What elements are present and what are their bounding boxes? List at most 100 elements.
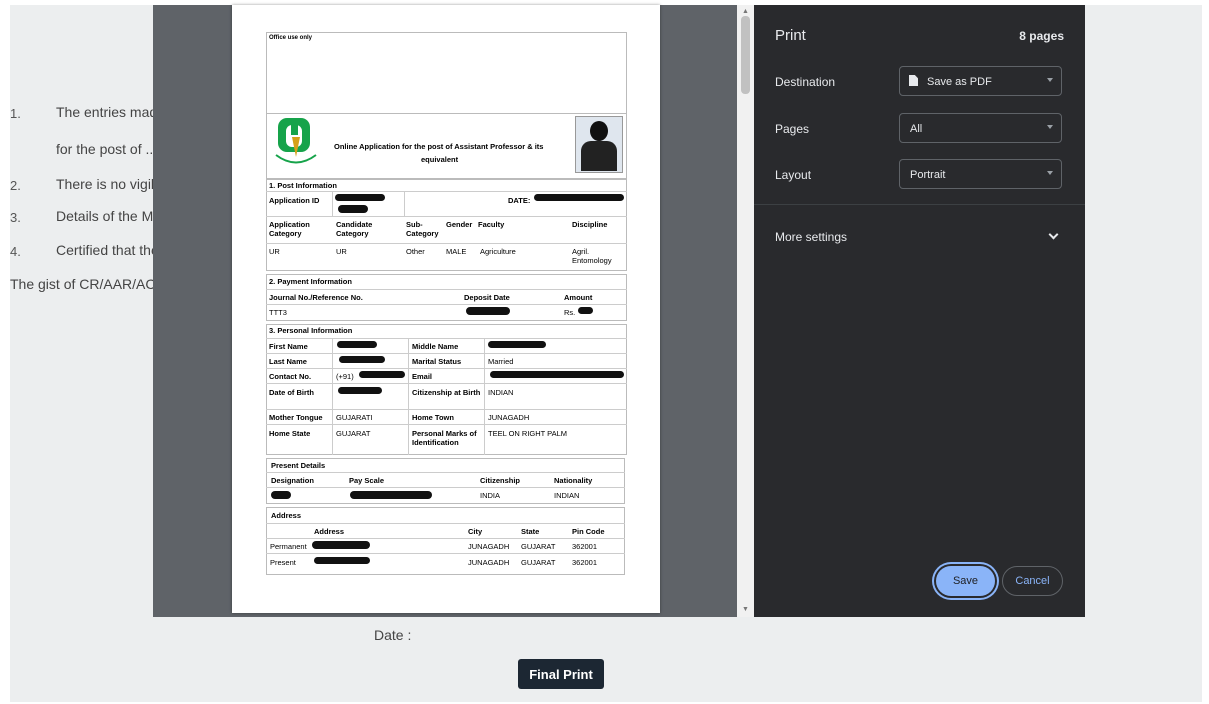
address-header-cell: Address [314, 527, 345, 536]
scroll-down-icon[interactable]: ▼ [737, 603, 754, 617]
redaction [350, 491, 432, 499]
address-state: GUJARAT [521, 558, 556, 567]
address-type: Permanent [270, 542, 307, 551]
personal-marks-label: Personal Marks of Identification [412, 429, 477, 447]
pages-select[interactable]: All [899, 113, 1062, 143]
payment-information-title: 2. Payment Information [269, 277, 352, 286]
chevron-down-icon[interactable] [1048, 229, 1059, 240]
application-heading-line2: equivalent [421, 155, 459, 164]
redaction [578, 307, 593, 314]
cancel-button[interactable]: Cancel [1002, 566, 1063, 596]
present-header-cell: Designation [271, 476, 314, 485]
home-state-value: GUJARAT [336, 429, 371, 438]
dob-label: Date of Birth [269, 388, 314, 397]
address-header-cell: Pin Code [572, 527, 605, 536]
present-nationality-value: INDIAN [554, 491, 580, 500]
redaction [312, 541, 370, 549]
home-state-label: Home State [269, 429, 311, 438]
address-city: JUNAGADH [468, 558, 510, 567]
citizenship-birth-value: INDIAN [488, 388, 514, 397]
print-settings-panel: Print 8 pages Destination Save as PDF Pa… [754, 5, 1085, 617]
print-title: Print [775, 27, 806, 44]
marital-status-label: Marital Status [412, 357, 462, 366]
first-name-label: First Name [269, 342, 308, 351]
address-type: Present [270, 558, 296, 567]
redaction [335, 194, 385, 201]
address-header-cell: City [468, 527, 483, 536]
post-value-cell: Agriculture [480, 247, 516, 256]
post-header-cell: Application Category [269, 220, 310, 238]
list-item: The entries mad [56, 104, 158, 120]
personal-marks-value: TEEL ON RIGHT PALM [488, 429, 568, 438]
redaction [339, 356, 385, 363]
mother-tongue-label: Mother Tongue [269, 413, 323, 422]
post-value-cell: MALE [446, 247, 467, 256]
post-header-cell: Sub-Category [406, 220, 439, 238]
pages-value: All [910, 123, 923, 135]
post-header-cell: Discipline [572, 220, 608, 229]
preview-scrollbar[interactable]: ▲ ▼ [737, 5, 754, 617]
redaction [338, 387, 382, 394]
list-item: Certified that the [56, 242, 159, 258]
university-logo-icon [275, 118, 317, 164]
redaction [314, 557, 370, 564]
divider [754, 204, 1085, 205]
office-use-label: Office use only [269, 35, 313, 41]
dropdown-caret-icon [1047, 125, 1053, 129]
dropdown-caret-icon [1047, 78, 1053, 82]
application-id-label: Application ID [269, 196, 320, 205]
applicant-photo [575, 116, 623, 173]
post-value-cell: UR [269, 247, 280, 256]
marital-status-value: Married [488, 357, 514, 366]
pages-label: Pages [775, 122, 810, 136]
redaction [490, 371, 624, 378]
post-value-cell: UR [336, 247, 347, 256]
list-item: There is no vigila [56, 176, 162, 192]
list-number: 1. [10, 106, 21, 121]
amount-prefix: Rs. [564, 308, 576, 317]
list-item: Details of the Mi [56, 208, 157, 224]
list-number: 2. [10, 178, 21, 193]
address-state: GUJARAT [521, 542, 556, 551]
present-header-cell: Citizenship [480, 476, 521, 485]
more-settings-toggle[interactable]: More settings [775, 230, 847, 244]
address-city: JUNAGADH [468, 542, 510, 551]
address-header-cell: State [521, 527, 540, 536]
home-town-value: JUNAGADH [488, 413, 530, 422]
post-value-cell: Agril. Entomology [572, 247, 612, 265]
post-header-cell: Gender [446, 220, 473, 229]
document-icon [909, 75, 918, 86]
layout-select[interactable]: Portrait [899, 159, 1062, 189]
final-print-button[interactable]: Final Print [518, 659, 604, 689]
email-label: Email [412, 372, 433, 381]
page-count: 8 pages [1019, 29, 1064, 43]
destination-select[interactable]: Save as PDF [899, 66, 1062, 96]
preview-sheet: Office use only Online Application for t… [232, 5, 660, 613]
save-button[interactable]: Save [936, 566, 995, 596]
layout-value: Portrait [910, 169, 946, 181]
scroll-thumb[interactable] [741, 16, 750, 94]
post-value-cell: Other [406, 247, 425, 256]
personal-information-title: 3. Personal Information [269, 326, 353, 335]
mother-tongue-value: GUJARATI [336, 413, 373, 422]
post-header-cell: Candidate Category [336, 220, 373, 238]
office-use-box [266, 32, 627, 114]
redaction [359, 371, 405, 378]
last-name-label: Last Name [269, 357, 307, 366]
gist-text: The gist of CR/AAR/AC [10, 276, 156, 292]
middle-name-label: Middle Name [412, 342, 459, 351]
redaction [337, 341, 377, 348]
list-number: 3. [10, 210, 21, 225]
list-item: for the post of .. [56, 141, 154, 157]
payment-header-cell: Deposit Date [464, 293, 510, 302]
date-field-label: DATE: [508, 196, 531, 205]
date-label: Date : [374, 627, 412, 643]
present-header-cell: Nationality [554, 476, 593, 485]
list-number: 4. [10, 244, 21, 259]
payment-header-cell: Journal No./Reference No. [269, 293, 363, 302]
contact-prefix: (+91) [336, 372, 354, 381]
post-header-cell: Faculty [478, 220, 505, 229]
destination-value: Save as PDF [927, 76, 992, 88]
address-title: Address [271, 511, 302, 520]
layout-label: Layout [775, 168, 812, 182]
